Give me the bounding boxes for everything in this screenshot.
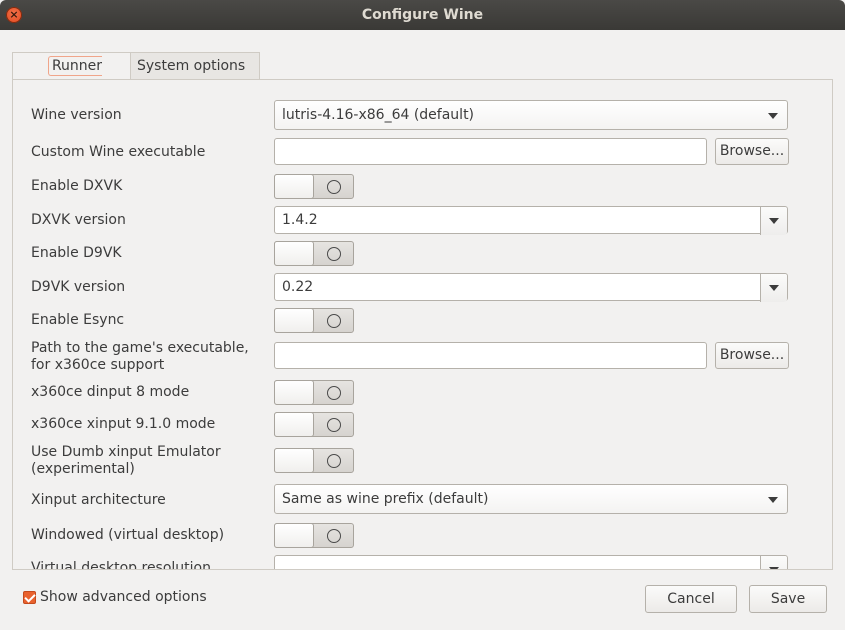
runner-options-panel[interactable]: Wine version lutris-4.16-x86_64 (default… xyxy=(12,79,833,570)
windowed-label: Windowed (virtual desktop) xyxy=(31,527,225,543)
toggle-off-icon xyxy=(327,454,341,468)
x360ce-dinput8-toggle[interactable] xyxy=(274,380,354,405)
dumb-xinput-toggle[interactable] xyxy=(274,448,354,473)
x360ce-xinput910-label: x360ce xinput 9.1.0 mode xyxy=(31,416,216,432)
game-exe-path-label-line1: Path to the game's executable, xyxy=(31,340,249,356)
d9vk-version-combo[interactable]: 0.22 xyxy=(274,273,788,302)
title-bar: × Configure Wine xyxy=(0,0,845,30)
save-button[interactable]: Save xyxy=(749,585,827,613)
xinput-arch-value: Same as wine prefix (default) xyxy=(282,491,489,507)
chevron-down-icon xyxy=(768,113,778,119)
show-advanced-checkbox[interactable] xyxy=(23,591,36,604)
game-exe-path-browse-button[interactable]: Browse... xyxy=(715,342,789,369)
custom-wine-executable-input[interactable] xyxy=(274,138,707,165)
toggle-off-icon xyxy=(327,529,341,543)
chevron-down-icon xyxy=(769,218,779,224)
x360ce-dinput8-label: x360ce dinput 8 mode xyxy=(31,384,190,400)
x360ce-xinput910-toggle[interactable] xyxy=(274,412,354,437)
toggle-off-icon xyxy=(327,180,341,194)
dxvk-version-combo[interactable]: 1.4.2 xyxy=(274,206,788,235)
enable-d9vk-label: Enable D9VK xyxy=(31,245,122,261)
dumb-xinput-label-line2: (experimental) xyxy=(31,461,135,477)
wine-version-dropdown[interactable]: lutris-4.16-x86_64 (default) xyxy=(274,100,788,130)
dumb-xinput-label-line1: Use Dumb xinput Emulator xyxy=(31,444,221,460)
enable-esync-label: Enable Esync xyxy=(31,312,125,328)
tab-runner-options[interactable]: Runner options xyxy=(12,52,138,102)
xinput-arch-dropdown[interactable]: Same as wine prefix (default) xyxy=(274,484,788,514)
wine-version-value: lutris-4.16-x86_64 (default) xyxy=(282,107,475,123)
enable-d9vk-toggle[interactable] xyxy=(274,241,354,266)
dumb-xinput-label: Use Dumb xinput Emulator (experimental) xyxy=(31,444,221,478)
toggle-off-icon xyxy=(327,418,341,432)
custom-wine-executable-browse-button[interactable]: Browse... xyxy=(715,138,789,165)
cancel-button[interactable]: Cancel xyxy=(645,585,737,613)
chevron-down-icon xyxy=(769,285,779,291)
game-exe-path-label: Path to the game's executable, for x360c… xyxy=(31,340,249,374)
dxvk-version-value: 1.4.2 xyxy=(282,212,318,228)
tab-system-options[interactable]: System options xyxy=(130,52,260,79)
enable-esync-toggle[interactable] xyxy=(274,308,354,333)
show-advanced-label[interactable]: Show advanced options xyxy=(40,589,207,605)
chevron-down-icon xyxy=(768,497,778,503)
game-exe-path-input[interactable] xyxy=(274,342,707,369)
window-title: Configure Wine xyxy=(361,7,484,23)
enable-dxvk-label: Enable DXVK xyxy=(31,178,123,194)
xinput-arch-label: Xinput architecture xyxy=(31,492,166,508)
toggle-off-icon xyxy=(327,386,341,400)
enable-dxvk-toggle[interactable] xyxy=(274,174,354,199)
tab-system-options-label: System options xyxy=(137,58,246,74)
custom-wine-executable-label: Custom Wine executable xyxy=(31,144,206,160)
game-exe-path-label-line2: for x360ce support xyxy=(31,357,165,373)
virtual-desktop-resolution-label: Virtual desktop resolution xyxy=(31,560,211,570)
virtual-desktop-resolution-combo[interactable] xyxy=(274,555,788,569)
d9vk-version-label: D9VK version xyxy=(31,279,126,295)
chevron-down-icon xyxy=(769,567,779,569)
dxvk-version-label: DXVK version xyxy=(31,212,126,228)
wine-version-label: Wine version xyxy=(31,107,122,123)
toggle-off-icon xyxy=(327,314,341,328)
d9vk-version-value: 0.22 xyxy=(282,279,314,295)
toggle-off-icon xyxy=(327,247,341,261)
windowed-toggle[interactable] xyxy=(274,523,354,548)
